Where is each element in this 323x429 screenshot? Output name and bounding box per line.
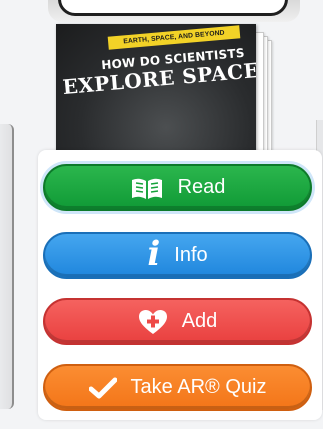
read-button-label: Read [177, 176, 226, 198]
read-button[interactable]: Read [43, 164, 312, 211]
info-button[interactable]: i Info [43, 232, 312, 279]
take-ar-quiz-button[interactable]: Take AR® Quiz [43, 364, 312, 411]
top-pill-control[interactable] [58, 0, 288, 16]
add-button[interactable]: Add [43, 298, 312, 345]
add-button-label: Add [181, 310, 218, 332]
take-ar-quiz-button-label: Take AR® Quiz [130, 376, 267, 398]
checkmark-icon [88, 377, 117, 399]
open-book-icon [130, 176, 164, 200]
heart-plus-icon [138, 309, 168, 335]
adjacent-card-edge-left [0, 124, 14, 409]
info-icon: i [147, 233, 161, 274]
info-button-label: Info [174, 244, 208, 266]
book-series-banner: EARTH, SPACE, AND BEYOND [107, 25, 241, 50]
